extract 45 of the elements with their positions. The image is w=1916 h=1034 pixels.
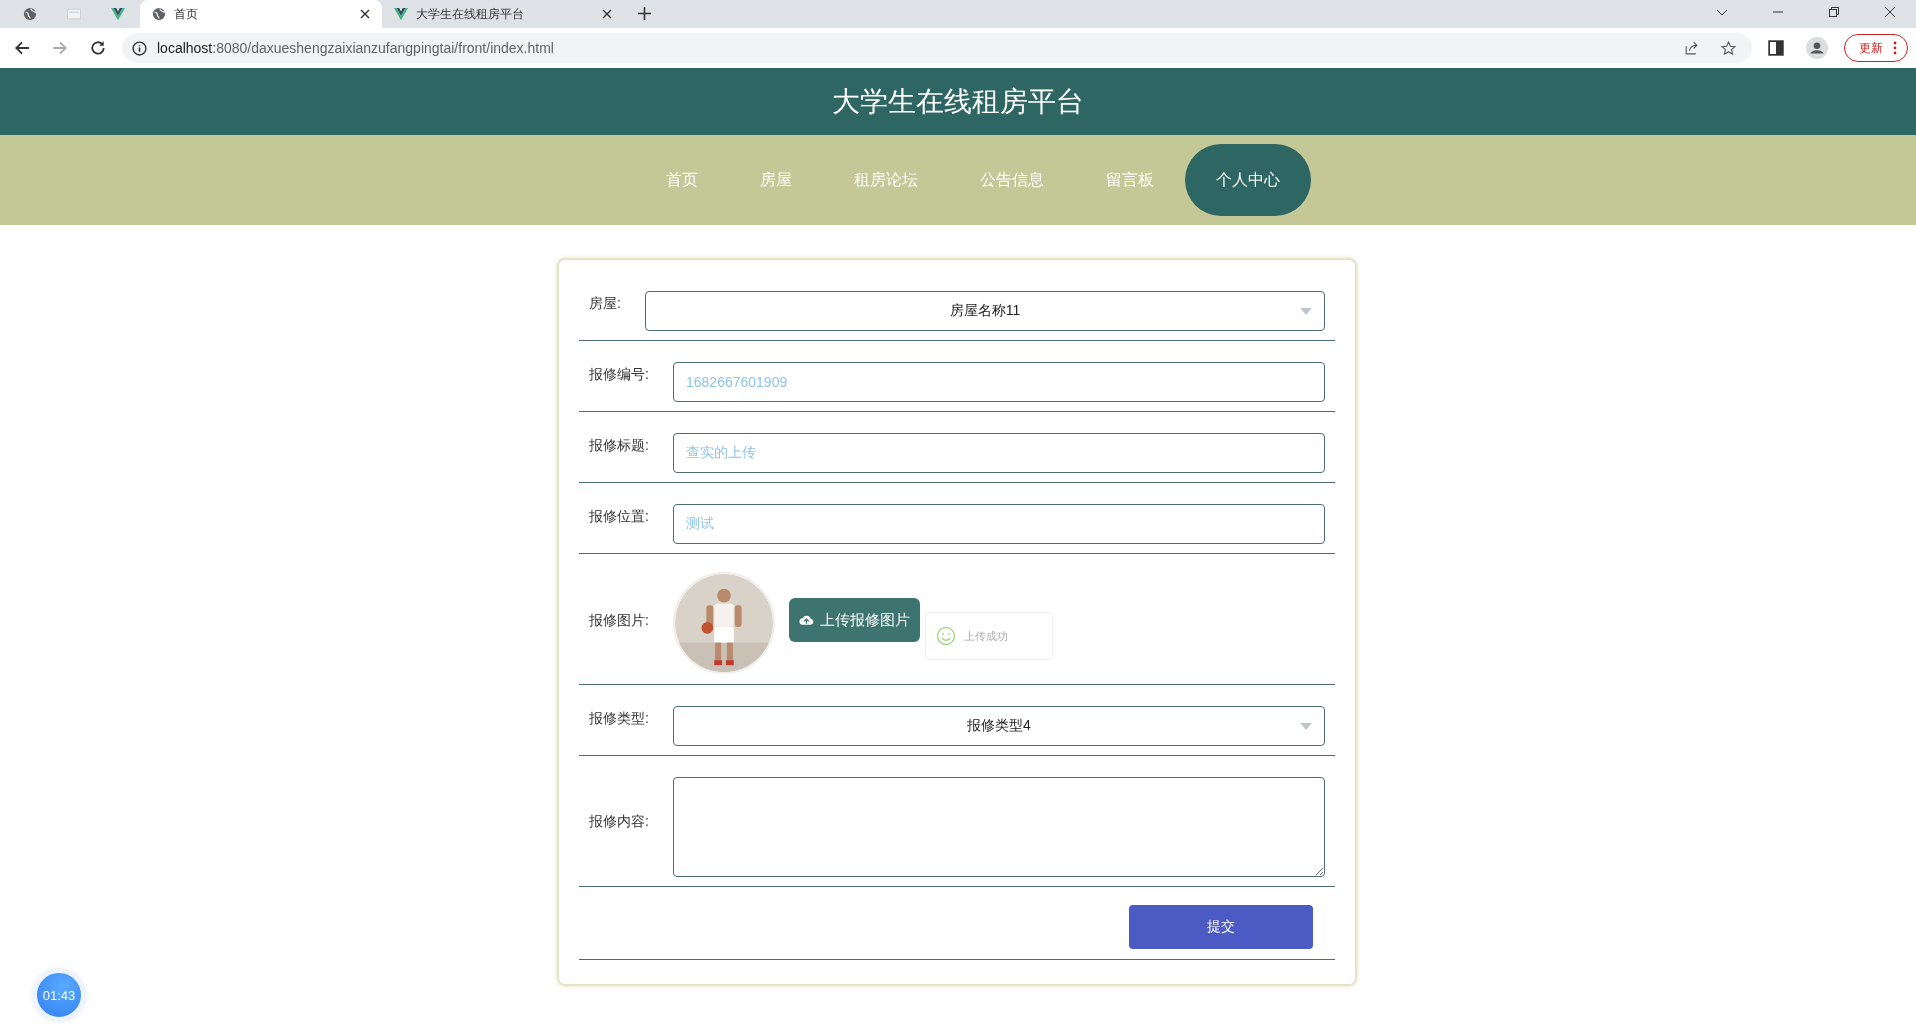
- browser-tab[interactable]: 大学生在线租房平台: [382, 0, 624, 28]
- reload-icon[interactable]: [90, 40, 106, 56]
- caret-icon: [1300, 723, 1312, 730]
- tab-title: 首页: [174, 5, 199, 23]
- site-title: 大学生在线租房平台: [832, 84, 1084, 119]
- side-panel-icon[interactable]: [1768, 40, 1784, 56]
- cloud-upload-icon: [799, 614, 814, 626]
- select-field[interactable]: 房屋名称11: [645, 291, 1325, 331]
- profile-icon[interactable]: [1806, 37, 1828, 59]
- submit-button[interactable]: 提交: [1129, 905, 1313, 949]
- field-label: 报修内容:: [589, 812, 650, 831]
- close-icon[interactable]: [602, 9, 612, 19]
- globe-icon: [152, 7, 166, 21]
- field-label: 报修标题:: [589, 436, 650, 455]
- close-icon[interactable]: [1884, 6, 1896, 18]
- caret-icon: [1300, 308, 1312, 315]
- browser-tab[interactable]: 首页: [140, 0, 382, 28]
- tab-title: 大学生在线租房平台: [416, 5, 525, 23]
- update-button[interactable]: 更新: [1844, 34, 1908, 62]
- field-label: 房屋:: [589, 294, 622, 313]
- field-label: 报修编号:: [589, 365, 650, 384]
- upload-button[interactable]: 上传报修图片: [789, 598, 920, 642]
- info-icon: [132, 40, 147, 56]
- nav-link[interactable]: 个人中心: [1185, 144, 1311, 216]
- star-icon[interactable]: [1721, 40, 1736, 56]
- field-label: 报修类型:: [589, 709, 650, 728]
- field-label: 报修图片:: [589, 611, 650, 630]
- new-tab-icon[interactable]: [638, 7, 651, 20]
- v-logo-icon: [111, 7, 125, 21]
- upload-toast: 上传成功: [925, 612, 1053, 660]
- v-logo-icon: [394, 7, 408, 21]
- share-icon[interactable]: [1684, 40, 1699, 56]
- restore-icon[interactable]: [1828, 6, 1840, 18]
- more-icon: [1893, 41, 1897, 55]
- close-icon[interactable]: [360, 9, 370, 19]
- field-label: 报修位置:: [589, 507, 650, 526]
- address-bar[interactable]: localhost:8080/daxueshengzaixianzufangpingtai/front/index.html: [122, 33, 1752, 63]
- timer-badge[interactable]: 01:43: [34, 970, 84, 1020]
- select-field[interactable]: 报修类型4: [673, 706, 1325, 746]
- page-icon: [67, 7, 81, 21]
- globe-icon: [23, 7, 37, 21]
- url-text: localhost:8080/daxueshengzaixianzufangpingtai/front/index.html: [157, 40, 554, 56]
- text-area[interactable]: [673, 777, 1325, 877]
- back-icon[interactable]: [14, 40, 30, 56]
- smiley-icon: [936, 626, 956, 646]
